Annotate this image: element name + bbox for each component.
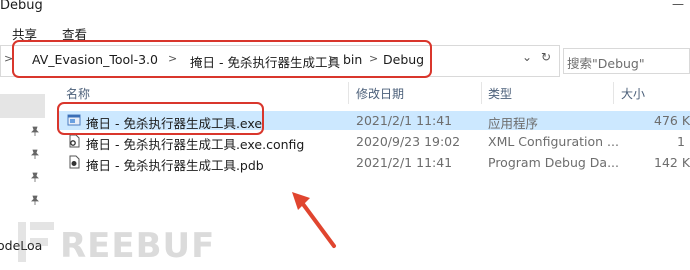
column-header-type[interactable]: 类型 <box>488 85 512 102</box>
refresh-icon[interactable]: ↻ <box>541 50 551 64</box>
arrow-annotation-icon <box>292 192 336 248</box>
column-divider[interactable] <box>348 82 349 104</box>
column-header-name[interactable]: 名称 <box>66 85 90 102</box>
table-row-1-type: 应用程序 <box>488 116 539 131</box>
window-title: Debug <box>0 0 43 13</box>
minimize-button[interactable]: — <box>672 0 684 11</box>
pdb-file-icon <box>69 155 80 169</box>
table-row-3-name[interactable]: 掩日 - 免杀执行器生成工具.pdb <box>86 155 264 174</box>
column-header-size[interactable]: 大小 <box>621 85 645 102</box>
address-dropdown-icon[interactable]: ⌄ <box>522 50 532 64</box>
table-row-1-size: 476 KB <box>654 113 690 128</box>
watermark-text: REEBUF <box>60 226 216 266</box>
address-highlight-annotation <box>12 40 432 78</box>
nav-selected-item[interactable] <box>0 94 45 118</box>
table-row-2-name[interactable]: 掩日 - 免杀执行器生成工具.exe.config <box>86 134 304 153</box>
column-divider[interactable] <box>481 82 482 104</box>
table-row-2-type: XML Configuration ... <box>488 134 619 149</box>
search-placeholder: 搜索"Debug" <box>567 56 645 71</box>
column-header-modified[interactable]: 修改日期 <box>356 85 404 102</box>
freebuf-watermark-logo <box>18 222 54 262</box>
config-file-icon <box>69 134 80 148</box>
table-row-2-size: 1 KB <box>677 134 690 149</box>
table-row-2-modified: 2020/9/23 19:02 <box>356 134 461 149</box>
pin-icon[interactable] <box>30 195 40 205</box>
pin-icon[interactable] <box>30 172 40 182</box>
column-divider[interactable] <box>613 82 614 104</box>
file-highlight-annotation <box>57 102 264 135</box>
pin-icon[interactable] <box>30 126 40 136</box>
table-row-3-modified: 2021/2/1 11:41 <box>356 155 453 170</box>
table-row-3-type: Program Debug Da... <box>488 155 619 170</box>
table-row-3-size: 142 KB <box>654 155 690 170</box>
pin-icon[interactable] <box>30 149 40 159</box>
table-row-1-modified: 2021/2/1 11:41 <box>356 113 453 128</box>
